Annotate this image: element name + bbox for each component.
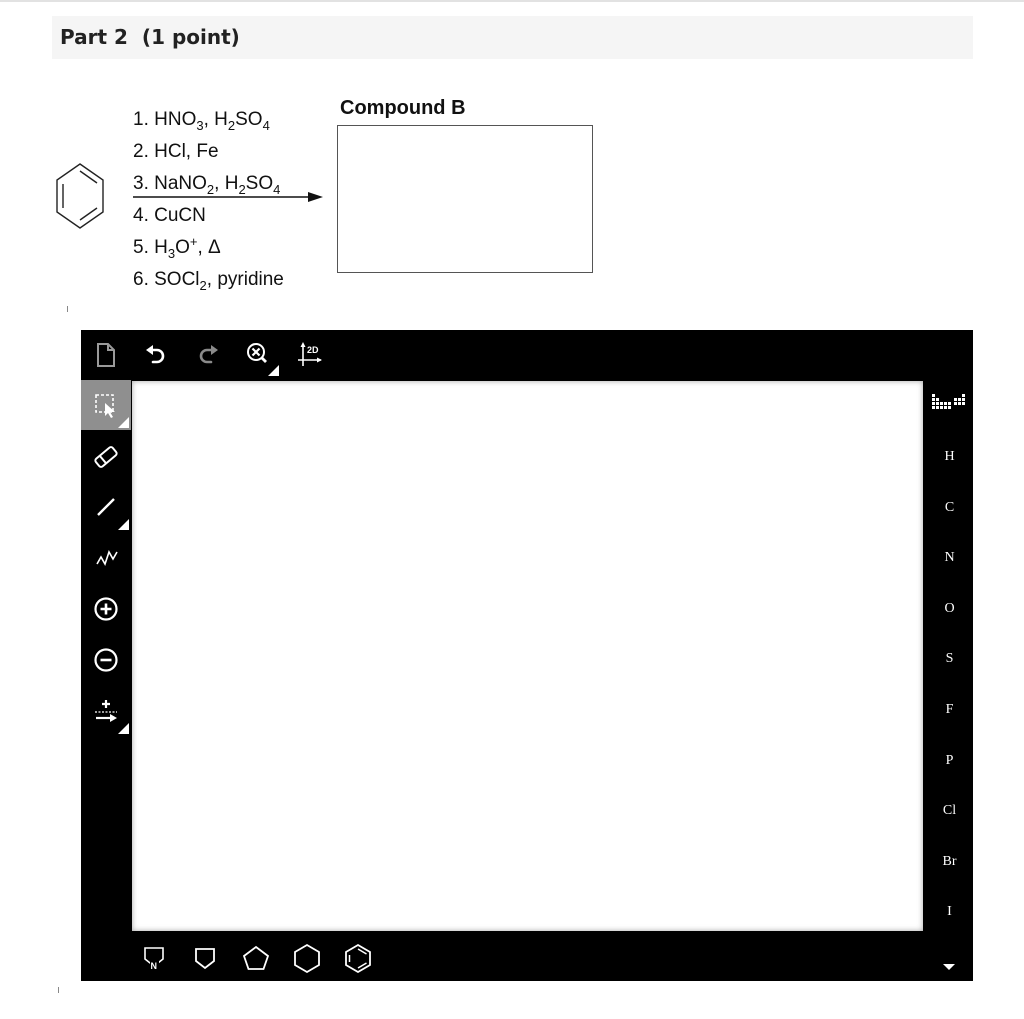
dropdown-corner — [118, 417, 129, 428]
atom-button-p[interactable]: P — [926, 746, 973, 776]
chain-icon[interactable] — [81, 533, 131, 583]
step-text: HCl, Fe — [154, 141, 219, 162]
step-text: SO — [235, 109, 263, 130]
reaction-step: 2. HCl, Fe — [133, 136, 284, 168]
eraser-icon[interactable] — [81, 432, 131, 482]
atom-button-s[interactable]: S — [926, 644, 973, 674]
atom-button-i[interactable]: I — [926, 897, 973, 927]
redo-icon[interactable] — [191, 338, 225, 372]
step-text: CuCN — [154, 205, 206, 226]
chemical-drawing-editor: 2D H C N O S F P Cl Br I N — [81, 330, 973, 981]
new-document-icon[interactable] — [89, 338, 123, 372]
pyrrole-template-icon[interactable]: N — [137, 941, 171, 975]
negative-charge-icon[interactable] — [81, 635, 131, 685]
atom-button-cl[interactable]: Cl — [926, 796, 973, 826]
compound-b-box — [337, 125, 593, 273]
compound-b-label: Compound B — [340, 97, 466, 119]
benzene-template-icon[interactable] — [341, 941, 375, 975]
svg-text:N: N — [151, 961, 158, 971]
reaction-step: 1. HNO3, H2SO4 — [133, 104, 284, 136]
step-text: HNO — [154, 109, 197, 130]
cyclohexane-template-icon[interactable] — [290, 941, 324, 975]
step-text: O — [175, 237, 190, 258]
atom-button-f[interactable]: F — [926, 695, 973, 725]
atom-button-br[interactable]: Br — [926, 847, 973, 877]
cyclobutane-template-icon[interactable] — [188, 941, 222, 975]
reaction-arrow — [133, 192, 323, 202]
step-number: 5. — [133, 237, 155, 258]
single-bond-icon[interactable] — [81, 482, 131, 532]
more-atoms-icon[interactable] — [943, 964, 955, 970]
reaction-step: 6. SOCl2, pyridine — [133, 264, 284, 296]
step-text: 3 — [196, 118, 204, 133]
step-text: , H — [203, 109, 228, 130]
step-text: 3 — [167, 246, 176, 261]
benzene-structure — [56, 163, 104, 229]
step-number: 1. — [133, 109, 155, 130]
template-toolbar: N — [132, 931, 923, 981]
step-text: SOCl — [154, 269, 200, 290]
top-toolbar: 2D — [81, 330, 973, 380]
reaction-arrow-icon[interactable] — [81, 686, 131, 736]
left-toolbar — [81, 380, 131, 981]
step-number: 2. — [133, 141, 155, 162]
clean-2d-label: 2D — [307, 345, 319, 355]
step-text: 2 — [199, 278, 207, 293]
separator-tick — [58, 987, 59, 993]
select-icon[interactable] — [81, 380, 131, 430]
reaction-step: 4. CuCN — [133, 200, 284, 232]
clean-2d-icon[interactable]: 2D — [292, 338, 326, 372]
undo-icon[interactable] — [139, 338, 173, 372]
zoom-clear-icon[interactable] — [241, 338, 279, 376]
atom-button-c[interactable]: C — [926, 493, 973, 523]
reaction-step: 5. H3O+, Δ — [133, 232, 284, 264]
atom-button-o[interactable]: O — [926, 594, 973, 624]
step-text: H — [154, 237, 168, 258]
step-number: 6. — [133, 269, 155, 290]
positive-charge-icon[interactable] — [81, 584, 131, 634]
reaction-scheme: 1. HNO3, H2SO4 2. HCl, Fe 3. NaNO2, H2SO4 4… — [0, 0, 1024, 310]
dropdown-corner — [118, 519, 129, 530]
dropdown-corner — [118, 723, 129, 734]
separator-tick — [67, 306, 68, 312]
periodic-table-icon[interactable] — [932, 393, 966, 409]
step-text: , Δ — [197, 237, 221, 258]
atom-button-h[interactable]: H — [926, 442, 973, 472]
drawing-canvas[interactable] — [132, 381, 923, 931]
step-number: 4. — [133, 205, 155, 226]
cyclopentane-template-icon[interactable] — [239, 941, 273, 975]
step-text: , pyridine — [206, 269, 284, 290]
atom-palette: H C N O S F P Cl Br I — [926, 380, 973, 981]
step-text: 4 — [262, 118, 270, 133]
atom-button-n[interactable]: N — [926, 543, 973, 573]
dropdown-corner — [268, 365, 279, 376]
